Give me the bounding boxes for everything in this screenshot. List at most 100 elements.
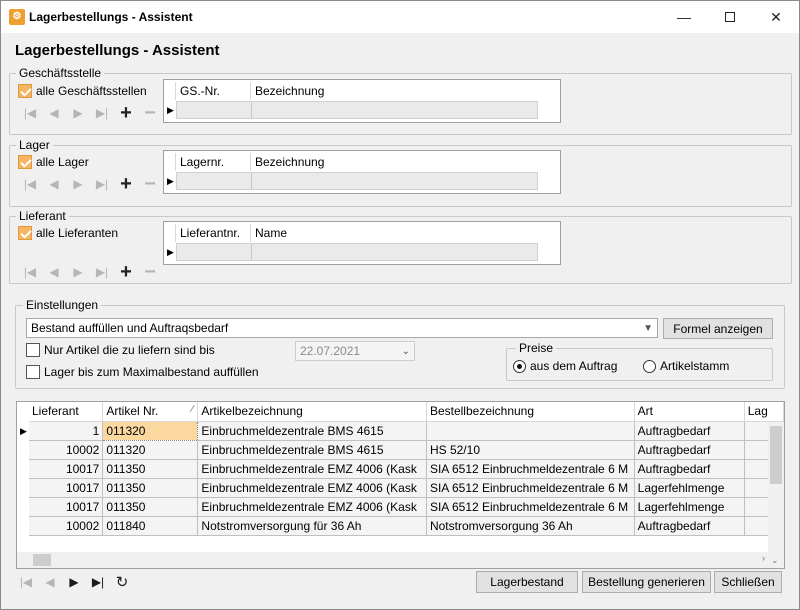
first-record-icon[interactable]: |◀ bbox=[18, 262, 42, 282]
radio-artikelstamm[interactable]: Artikelstamm bbox=[643, 359, 729, 373]
chevron-down-icon[interactable]: ⌄ bbox=[771, 555, 779, 566]
vertical-scrollbar[interactable]: ⌄ bbox=[768, 422, 784, 568]
first-record-icon[interactable]: |◀ bbox=[14, 572, 38, 592]
column-header[interactable]: Name bbox=[251, 224, 536, 242]
table-row[interactable]: 10002 011840 Notstromversorgung für 36 A… bbox=[29, 516, 784, 536]
cell-artikel-nr[interactable]: 011840 bbox=[102, 516, 199, 536]
last-record-icon[interactable]: ▶| bbox=[86, 572, 110, 592]
cell-lieferant[interactable]: 1 bbox=[29, 421, 104, 441]
table-row[interactable]: 10017 011350 Einbruchmeldezentrale EMZ 4… bbox=[29, 497, 784, 517]
table-row[interactable]: 10017 011350 Einbruchmeldezentrale EMZ 4… bbox=[29, 459, 784, 479]
lieferant-grid[interactable]: Lieferantnr. Name ▶ bbox=[163, 221, 561, 265]
lagerbestand-button[interactable]: Lagerbestand bbox=[476, 571, 578, 593]
remove-icon[interactable]: − bbox=[138, 173, 162, 195]
column-header[interactable]: GS.-Nr. bbox=[176, 82, 251, 100]
cell-artikelbezeichnung[interactable]: Einbruchmeldezentrale BMS 4615 bbox=[197, 421, 427, 441]
cell-art[interactable]: Auftragbedarf bbox=[634, 440, 745, 460]
cell-lieferant[interactable]: 10017 bbox=[29, 478, 104, 498]
radio-aus-dem-auftrag[interactable]: aus dem Auftrag bbox=[513, 359, 617, 373]
schliessen-button[interactable]: Schließen bbox=[714, 571, 782, 593]
cell-bestellbezeichnung[interactable]: Notstromversorgung 36 Ah bbox=[426, 516, 635, 536]
column-header[interactable]: Lieferantnr. bbox=[176, 224, 251, 242]
last-record-icon[interactable]: ▶| bbox=[90, 174, 114, 194]
column-header[interactable]: Lieferant bbox=[29, 402, 104, 422]
close-button[interactable]: ✕ bbox=[753, 1, 799, 33]
cell-art[interactable]: Lagerfehlmenge bbox=[634, 478, 745, 498]
table-row[interactable]: 10017 011350 Einbruchmeldezentrale EMZ 4… bbox=[29, 478, 784, 498]
formel-anzeigen-button[interactable]: Formel anzeigen bbox=[663, 318, 773, 339]
next-record-icon[interactable]: ▶ bbox=[66, 262, 90, 282]
cell-artikelbezeichnung[interactable]: Einbruchmeldezentrale EMZ 4006 (Kask bbox=[197, 497, 427, 517]
cell-artikel-nr[interactable]: 011350 bbox=[102, 478, 199, 498]
cell-lieferant[interactable]: 10017 bbox=[29, 497, 104, 517]
table-row[interactable] bbox=[176, 243, 538, 261]
table-row[interactable] bbox=[176, 101, 538, 119]
alle-lieferanten-checkbox[interactable]: alle Lieferanten bbox=[18, 226, 118, 240]
prev-record-icon[interactable]: ◀ bbox=[42, 262, 66, 282]
bestellungen-grid[interactable]: ▶ Lieferant Artikel Nr. ⁄ Artikelbezeichn… bbox=[16, 401, 785, 569]
minimize-button[interactable]: — bbox=[661, 1, 707, 33]
cell-artikelbezeichnung[interactable]: Einbruchmeldezentrale EMZ 4006 (Kask bbox=[197, 478, 427, 498]
refresh-icon[interactable]: ↻ bbox=[110, 572, 134, 592]
cell-bestellbezeichnung[interactable]: HS 52/10 bbox=[426, 440, 635, 460]
cell-art[interactable]: Auftragbedarf bbox=[634, 421, 745, 441]
nur-artikel-checkbox[interactable]: Nur Artikel die zu liefern sind bis bbox=[26, 343, 215, 357]
cell-art[interactable]: Auftragbedarf bbox=[634, 516, 745, 536]
lager-grid[interactable]: Lagernr. Bezeichnung ▶ bbox=[163, 150, 561, 194]
chevron-right-icon[interactable]: › bbox=[762, 553, 765, 563]
cell-artikel-nr[interactable]: 011350 bbox=[102, 497, 199, 517]
add-icon[interactable]: + bbox=[114, 261, 138, 283]
table-row[interactable] bbox=[176, 172, 538, 190]
horizontal-scroll-thumb[interactable] bbox=[33, 554, 51, 566]
cell-bestellbezeichnung[interactable]: SIA 6512 Einbruchmeldezentrale 6 M bbox=[426, 478, 635, 498]
cell-artikelbezeichnung[interactable]: Einbruchmeldezentrale BMS 4615 bbox=[197, 440, 427, 460]
column-header-sorted[interactable]: Artikel Nr. ⁄ bbox=[102, 402, 199, 422]
cell-art[interactable]: Lagerfehlmenge bbox=[634, 497, 745, 517]
lager-max-checkbox[interactable]: Lager bis zum Maximalbestand auffüllen bbox=[26, 365, 259, 379]
geschaeftsstelle-grid[interactable]: GS.-Nr. Bezeichnung ▶ bbox=[163, 79, 561, 123]
remove-icon[interactable]: − bbox=[138, 102, 162, 124]
last-record-icon[interactable]: ▶| bbox=[90, 262, 114, 282]
column-header[interactable]: Bezeichnung bbox=[251, 82, 536, 100]
table-row[interactable]: 10002 011320 Einbruchmeldezentrale BMS 4… bbox=[29, 440, 784, 460]
horizontal-scrollbar[interactable]: › bbox=[17, 552, 769, 568]
cell-artikelbezeichnung[interactable]: Einbruchmeldezentrale EMZ 4006 (Kask bbox=[197, 459, 427, 479]
cell-artikel-nr[interactable]: 011320 bbox=[102, 440, 199, 460]
alle-lager-checkbox[interactable]: alle Lager bbox=[18, 155, 89, 169]
alle-geschaeftsstellen-checkbox[interactable]: alle Geschäftsstellen bbox=[18, 84, 147, 98]
bestellung-generieren-button[interactable]: Bestellung generieren bbox=[582, 571, 711, 593]
vertical-scroll-thumb[interactable] bbox=[770, 426, 782, 484]
next-record-icon[interactable]: ▶ bbox=[66, 174, 90, 194]
column-header[interactable]: Art bbox=[634, 402, 745, 422]
mode-select[interactable]: Bestand auffüllen und Auftraqsbedarf ▼ bbox=[26, 318, 658, 338]
column-header[interactable]: Bezeichnung bbox=[251, 153, 536, 171]
prev-record-icon[interactable]: ◀ bbox=[42, 103, 66, 123]
cell-bestellbezeichnung[interactable]: SIA 6512 Einbruchmeldezentrale 6 M bbox=[426, 497, 635, 517]
column-header[interactable]: Lag bbox=[744, 402, 784, 422]
first-record-icon[interactable]: |◀ bbox=[18, 174, 42, 194]
table-row[interactable]: 1 011320 Einbruchmeldezentrale BMS 4615 … bbox=[29, 420, 784, 441]
prev-record-icon[interactable]: ◀ bbox=[42, 174, 66, 194]
cell-artikel-nr[interactable]: 011350 bbox=[102, 459, 199, 479]
last-record-icon[interactable]: ▶| bbox=[90, 103, 114, 123]
remove-icon[interactable]: − bbox=[138, 261, 162, 283]
next-record-icon[interactable]: ▶ bbox=[66, 103, 90, 123]
cell-bestellbezeichnung[interactable] bbox=[426, 421, 635, 441]
prev-record-icon[interactable]: ◀ bbox=[38, 572, 62, 592]
cell-lieferant[interactable]: 10017 bbox=[29, 459, 104, 479]
column-header[interactable]: Lagernr. bbox=[176, 153, 251, 171]
cell-artikel-nr[interactable]: 011320 bbox=[102, 420, 199, 441]
date-picker[interactable]: 22.07.2021 ⌄ bbox=[295, 341, 415, 361]
next-record-icon[interactable]: ▶ bbox=[62, 572, 86, 592]
add-icon[interactable]: + bbox=[114, 173, 138, 195]
column-header[interactable]: Bestellbezeichnung bbox=[426, 402, 635, 422]
cell-artikelbezeichnung[interactable]: Notstromversorgung für 36 Ah bbox=[197, 516, 427, 536]
cell-art[interactable]: Auftragbedarf bbox=[634, 459, 745, 479]
add-icon[interactable]: + bbox=[114, 102, 138, 124]
cell-lieferant[interactable]: 10002 bbox=[29, 440, 104, 460]
cell-bestellbezeichnung[interactable]: SIA 6512 Einbruchmeldezentrale 6 M bbox=[426, 459, 635, 479]
cell-lieferant[interactable]: 10002 bbox=[29, 516, 104, 536]
maximize-button[interactable] bbox=[707, 1, 753, 33]
column-header[interactable]: Artikelbezeichnung bbox=[197, 402, 427, 422]
first-record-icon[interactable]: |◀ bbox=[18, 103, 42, 123]
